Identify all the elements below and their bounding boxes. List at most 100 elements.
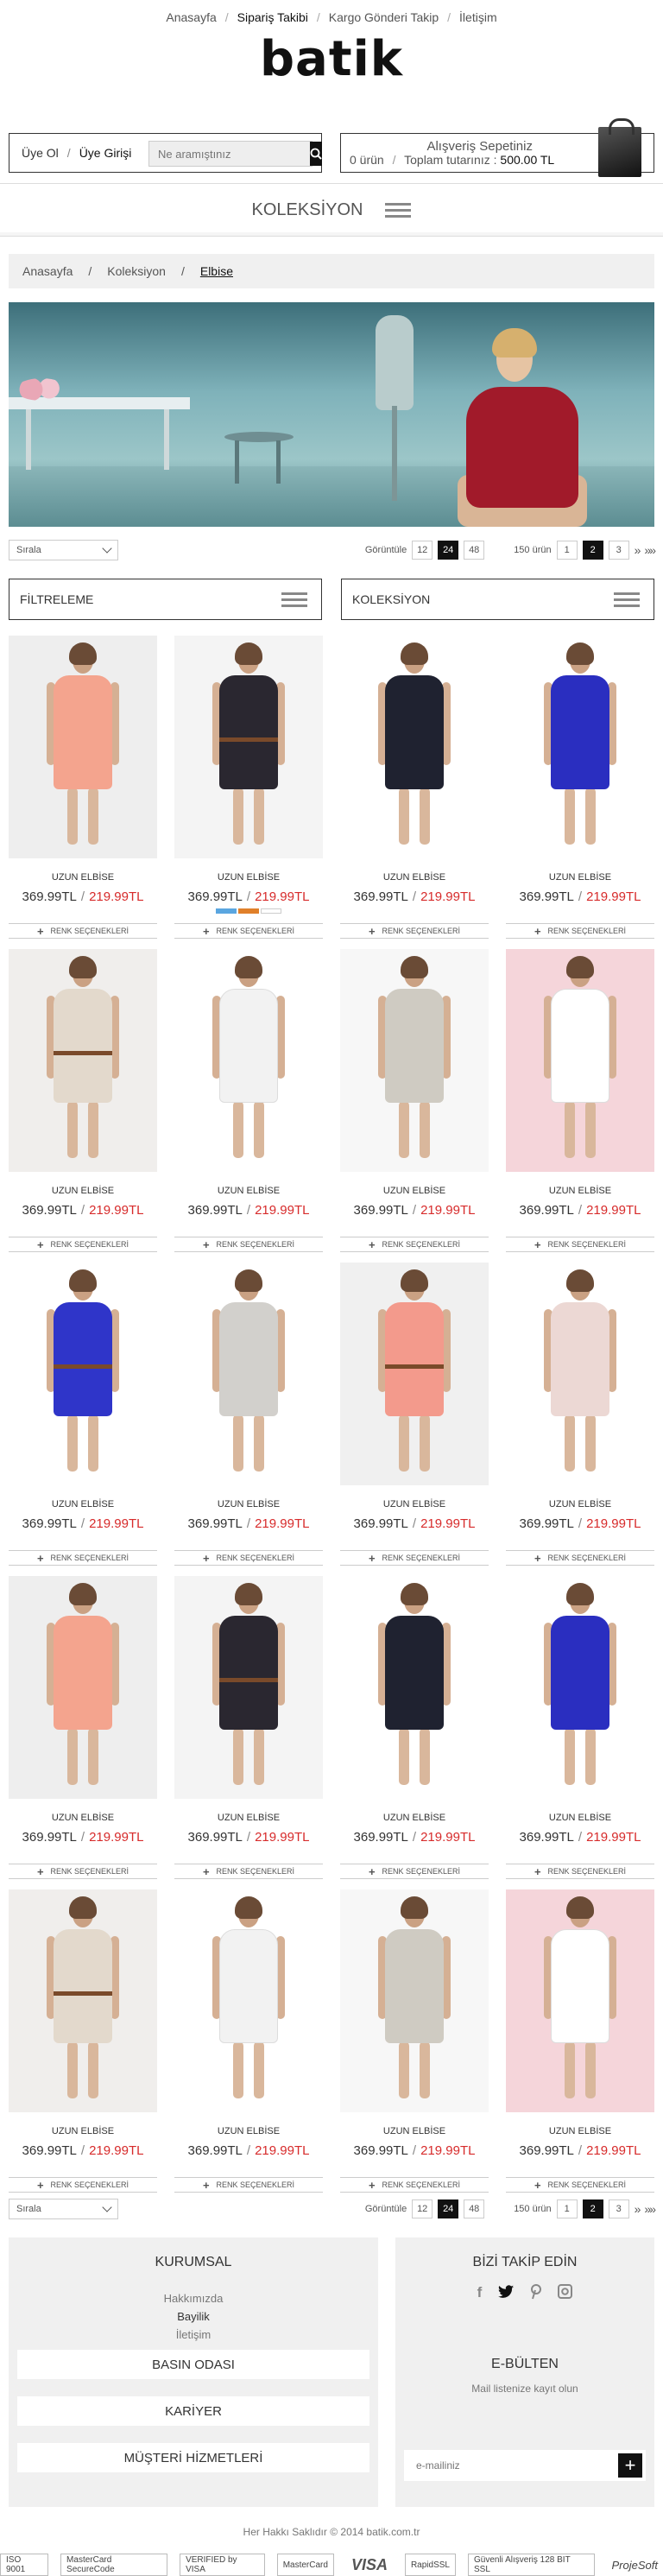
product-image[interactable] [340,1263,489,1485]
color-options-button[interactable]: + RENK SEÇENEKLERİ [9,2177,157,2193]
last-page-icon[interactable]: »» [644,2202,656,2216]
collection-menu-bar[interactable]: KOLEKSİYON [0,183,663,237]
contact-link[interactable]: İletişim [9,2326,378,2344]
color-swatch[interactable] [216,908,237,914]
product-image[interactable] [9,949,157,1172]
product-image[interactable] [174,1889,323,2112]
instagram-icon[interactable] [558,2284,573,2299]
product-image[interactable] [9,1576,157,1799]
product-image[interactable] [9,636,157,858]
product-card[interactable]: UZUN ELBİSE 369.99TL/219.99TL + RENK SEÇ… [174,949,323,1263]
customer-service-button[interactable]: MÜŞTERİ HİZMETLERİ [17,2443,369,2472]
about-link[interactable]: Hakkımızda [9,2289,378,2307]
product-card[interactable]: UZUN ELBİSE 369.99TL/219.99TL + RENK SEÇ… [174,636,323,949]
color-options-button[interactable]: + RENK SEÇENEKLERİ [9,1864,157,1879]
color-options-button[interactable]: + RENK SEÇENEKLERİ [340,1237,489,1252]
product-card[interactable]: UZUN ELBİSE 369.99TL/219.99TL + RENK SEÇ… [340,1576,489,1889]
product-card[interactable]: UZUN ELBİSE 369.99TL/219.99TL + RENK SEÇ… [174,1263,323,1576]
product-name[interactable]: UZUN ELBİSE [340,1186,489,1196]
pinterest-icon[interactable] [530,2284,542,2300]
product-name[interactable]: UZUN ELBİSE [174,1813,323,1823]
color-options-button[interactable]: + RENK SEÇENEKLERİ [9,923,157,939]
color-options-button[interactable]: + RENK SEÇENEKLERİ [506,1237,654,1252]
product-image[interactable] [174,636,323,858]
color-options-button[interactable]: + RENK SEÇENEKLERİ [340,1864,489,1879]
color-options-button[interactable]: + RENK SEÇENEKLERİ [506,923,654,939]
color-options-button[interactable]: + RENK SEÇENEKLERİ [340,923,489,939]
product-name[interactable]: UZUN ELBİSE [174,1499,323,1510]
product-name[interactable]: UZUN ELBİSE [340,1813,489,1823]
page-size-12[interactable]: 12 [412,541,433,560]
subscribe-button[interactable]: + [618,2453,642,2478]
login-link[interactable]: Üye Girişi [79,146,132,160]
product-image[interactable] [9,1889,157,2112]
product-image[interactable] [340,1576,489,1799]
product-card[interactable]: UZUN ELBİSE 369.99TL/219.99TL + RENK SEÇ… [340,636,489,949]
product-image[interactable] [506,1576,654,1799]
product-name[interactable]: UZUN ELBİSE [340,2126,489,2136]
product-image[interactable] [9,1263,157,1485]
product-card[interactable]: UZUN ELBİSE 369.99TL/219.99TL + RENK SEÇ… [340,1263,489,1576]
breadcrumb-current[interactable]: Elbise [200,264,233,278]
color-options-button[interactable]: + RENK SEÇENEKLERİ [506,2177,654,2193]
email-field[interactable] [404,2459,618,2472]
breadcrumb-collection[interactable]: Koleksiyon [107,264,166,278]
product-name[interactable]: UZUN ELBİSE [506,2126,654,2136]
next-page-icon[interactable]: » [635,543,641,557]
color-options-button[interactable]: + RENK SEÇENEKLERİ [174,1237,323,1252]
product-name[interactable]: UZUN ELBİSE [9,1186,157,1196]
product-name[interactable]: UZUN ELBİSE [506,1813,654,1823]
color-options-button[interactable]: + RENK SEÇENEKLERİ [174,1864,323,1879]
product-card[interactable]: UZUN ELBİSE 369.99TL/219.99TL + RENK SEÇ… [174,1576,323,1889]
product-image[interactable] [340,636,489,858]
search-button[interactable] [310,142,322,166]
product-card[interactable]: UZUN ELBİSE 369.99TL/219.99TL + RENK SEÇ… [9,636,157,949]
product-image[interactable] [174,1263,323,1485]
product-image[interactable] [506,1263,654,1485]
product-card[interactable]: UZUN ELBİSE 369.99TL/219.99TL + RENK SEÇ… [506,949,654,1263]
product-card[interactable]: UZUN ELBİSE 369.99TL/219.99TL + RENK SEÇ… [340,949,489,1263]
color-options-button[interactable]: + RENK SEÇENEKLERİ [174,2177,323,2193]
product-name[interactable]: UZUN ELBİSE [9,1499,157,1510]
nav-order-tracking-link[interactable]: Sipariş Takibi [237,10,308,24]
color-swatch[interactable] [261,908,281,914]
page-size-24[interactable]: 24 [438,541,459,560]
color-options-button[interactable]: + RENK SEÇENEKLERİ [506,1550,654,1566]
product-card[interactable]: UZUN ELBİSE 369.99TL/219.99TL + RENK SEÇ… [9,949,157,1263]
product-image[interactable] [506,1889,654,2112]
color-options-button[interactable]: + RENK SEÇENEKLERİ [506,1864,654,1879]
product-card[interactable]: UZUN ELBİSE 369.99TL/219.99TL + RENK SEÇ… [9,1889,157,2203]
page-size-48[interactable]: 48 [464,2199,485,2218]
color-options-button[interactable]: + RENK SEÇENEKLERİ [340,1550,489,1566]
product-name[interactable]: UZUN ELBİSE [506,872,654,883]
product-image[interactable] [174,949,323,1172]
product-image[interactable] [340,1889,489,2112]
product-image[interactable] [506,949,654,1172]
color-options-button[interactable]: + RENK SEÇENEKLERİ [9,1237,157,1252]
product-name[interactable]: UZUN ELBİSE [9,2126,157,2136]
cart-box[interactable]: Alışveriş Sepetiniz 0 ürün / Toplam tuta… [340,118,654,177]
product-name[interactable]: UZUN ELBİSE [9,1813,157,1823]
product-image[interactable] [506,636,654,858]
page-1[interactable]: 1 [556,2199,578,2218]
last-page-icon[interactable]: »» [644,543,656,557]
product-card[interactable]: UZUN ELBİSE 369.99TL/219.99TL + RENK SEÇ… [9,1263,157,1576]
color-options-button[interactable]: + RENK SEÇENEKLERİ [9,1550,157,1566]
color-swatch[interactable] [238,908,259,914]
sort-select[interactable]: Sırala [9,2199,118,2219]
product-name[interactable]: UZUN ELBİSE [174,872,323,883]
press-room-button[interactable]: BASIN ODASI [17,2350,369,2379]
hamburger-icon[interactable] [385,199,412,221]
sort-select[interactable]: Sırala [9,540,118,560]
page-3[interactable]: 3 [608,541,629,560]
product-name[interactable]: UZUN ELBİSE [174,1186,323,1196]
product-card[interactable]: UZUN ELBİSE 369.99TL/219.99TL + RENK SEÇ… [506,636,654,949]
facebook-icon[interactable]: f [477,2284,483,2301]
page-size-24[interactable]: 24 [438,2199,459,2218]
color-options-button[interactable]: + RENK SEÇENEKLERİ [174,1550,323,1566]
search-input[interactable] [149,142,310,166]
nav-home-link[interactable]: Anasayfa [166,10,216,24]
product-card[interactable]: UZUN ELBİSE 369.99TL/219.99TL + RENK SEÇ… [506,1263,654,1576]
career-button[interactable]: KARİYER [17,2396,369,2426]
page-1[interactable]: 1 [556,541,578,560]
